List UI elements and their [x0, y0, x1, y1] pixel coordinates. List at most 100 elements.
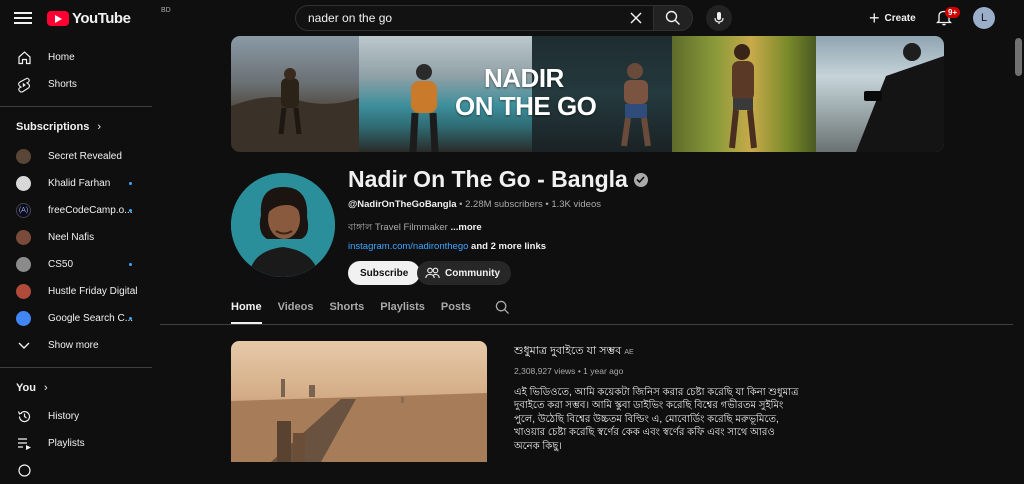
video-count: 1.3K videos — [551, 199, 601, 210]
meta-separator: • — [459, 199, 463, 210]
featured-video-title-text: শুধুমাত্র দুবাইতে যা সম্ভব — [514, 345, 622, 357]
home-icon — [16, 50, 32, 66]
featured-video-title-suffix: AE — [624, 349, 634, 356]
channel-tabs: Home Videos Shorts Playlists Posts — [231, 297, 510, 324]
top-bar: YouTube BD + Create 9+ L — [0, 0, 1024, 36]
country-code: BD — [161, 7, 171, 14]
account-avatar[interactable]: L — [973, 7, 995, 29]
tabs-divider — [160, 324, 1024, 325]
tab-home[interactable]: Home — [231, 297, 262, 324]
channel-avatar-large[interactable] — [231, 173, 335, 277]
scrollbar-thumb[interactable] — [1015, 38, 1022, 76]
show-more-label: Show more — [48, 340, 99, 351]
sidebar-item-label: Home — [48, 52, 75, 63]
show-more-button[interactable]: Show more — [0, 332, 154, 359]
channel-handle: @NadirOnTheGoBangla — [348, 199, 457, 210]
verified-icon — [633, 172, 648, 187]
tab-posts[interactable]: Posts — [441, 297, 471, 324]
more-link[interactable]: ...more — [450, 222, 481, 233]
sidebar-item-subscription[interactable]: Neel Nafis — [0, 224, 154, 251]
featured-video-description: এই ভিডিওতে, আমি কয়েকটা জিনিস করার চেষ্ট… — [514, 387, 799, 452]
more-links-link[interactable]: and 2 more links — [471, 241, 546, 252]
channel-avatar — [16, 230, 31, 245]
sidebar-item-label: freeCodeCamp.o... — [48, 205, 133, 216]
tab-videos[interactable]: Videos — [278, 297, 314, 324]
new-content-dot — [129, 317, 132, 320]
youtube-play-icon — [47, 10, 69, 26]
you-heading[interactable]: You › — [0, 376, 154, 400]
banner-photo — [231, 36, 359, 152]
community-button[interactable]: Community — [417, 261, 511, 285]
sidebar-item-history[interactable]: History — [0, 403, 154, 430]
search-button[interactable] — [653, 5, 693, 31]
subscriptions-heading[interactable]: Subscriptions › — [0, 115, 154, 139]
sidebar-item-label: History — [48, 411, 80, 422]
mic-icon[interactable] — [706, 5, 732, 31]
notification-badge: 9+ — [945, 7, 961, 18]
channel-avatar — [16, 284, 31, 299]
featured-video-title[interactable]: শুধুমাত্র দুবাইতে যা সম্ভব AE — [514, 342, 634, 361]
clear-search-icon[interactable] — [627, 9, 645, 27]
sidebar-item-subscription[interactable]: Secret Revealed — [0, 143, 154, 170]
sidebar-item-shorts[interactable]: Shorts — [0, 71, 154, 98]
channel-description-text: বাঙ্গাল Travel Filmmaker — [348, 222, 448, 233]
sidebar-item-label: Hustle Friday Digital — [48, 286, 138, 297]
featured-video-thumbnail[interactable] — [231, 341, 487, 462]
logo-text: YouTube — [72, 9, 131, 27]
sidebar-item-label: Google Search C... — [48, 313, 134, 324]
channel-meta: @NadirOnTheGoBangla • 2.28M subscribers … — [348, 199, 601, 210]
sidebar-item-label: Khalid Farhan — [48, 178, 111, 189]
chevron-down-icon — [16, 338, 32, 354]
create-button[interactable]: + Create — [863, 7, 922, 29]
tab-shorts[interactable]: Shorts — [329, 297, 364, 324]
sidebar-item-subscription[interactable]: CS50 — [0, 251, 154, 278]
chevron-right-icon: › — [43, 382, 48, 394]
meta-separator: • — [577, 366, 581, 376]
banner-title-line1: NADIR — [484, 63, 564, 93]
sidebar-item-label: Neel Nafis — [48, 232, 95, 243]
subscribe-button[interactable]: Subscribe — [348, 261, 421, 285]
sidebar-item-playlists[interactable]: Playlists — [0, 430, 154, 457]
you-heading-label: You — [16, 382, 36, 394]
channel-avatar — [16, 311, 31, 326]
community-icon — [425, 267, 440, 279]
subscriptions-heading-label: Subscriptions — [16, 121, 90, 133]
sidebar-item-subscription[interactable]: Google Search C... — [0, 305, 154, 332]
view-count: 2,308,927 views — [514, 366, 576, 376]
upload-age: 1 year ago — [583, 366, 624, 376]
menu-icon[interactable] — [14, 9, 32, 27]
channel-name-text: Nadir On The Go - Bangla — [348, 166, 628, 192]
instagram-link[interactable]: instagram.com/nadironthego — [348, 241, 468, 252]
channel-links: instagram.com/nadironthego and 2 more li… — [348, 241, 546, 252]
sidebar-item-label: Secret Revealed — [48, 151, 122, 162]
banner-title: NADIR ON THE GO — [455, 63, 597, 121]
banner-title-line2: ON THE GO — [455, 91, 597, 121]
page-scrollbar[interactable] — [1013, 36, 1024, 462]
youtube-logo[interactable]: YouTube BD — [47, 7, 171, 27]
sidebar: Home Shorts Subscriptions › Secret Revea… — [0, 36, 154, 477]
channel-name: Nadir On The Go - Bangla — [348, 166, 648, 193]
community-label: Community — [445, 267, 500, 279]
sidebar-item-subscription[interactable]: Hustle Friday Digital — [0, 278, 154, 305]
playlists-icon — [16, 436, 32, 452]
channel-search-icon[interactable] — [495, 297, 510, 320]
search-input[interactable] — [308, 11, 627, 25]
tab-playlists[interactable]: Playlists — [380, 297, 425, 324]
channel-avatar: (A) — [16, 203, 31, 218]
sidebar-item-partial[interactable] — [0, 457, 154, 484]
sidebar-item-home[interactable]: Home — [0, 44, 154, 71]
create-label: Create — [884, 12, 916, 24]
shorts-icon — [16, 77, 32, 93]
channel-avatar — [16, 257, 31, 272]
search-bar — [295, 5, 693, 31]
chevron-right-icon: › — [97, 121, 102, 133]
plus-icon: + — [869, 8, 880, 28]
channel-description[interactable]: বাঙ্গাল Travel Filmmaker ...more — [348, 221, 482, 236]
channel-banner: NADIR ON THE GO — [231, 36, 944, 152]
banner-photo — [816, 36, 944, 152]
history-icon — [16, 409, 32, 425]
subscriber-count: 2.28M subscribers — [465, 199, 543, 210]
sidebar-divider — [0, 367, 152, 368]
sidebar-item-subscription[interactable]: Khalid Farhan — [0, 170, 154, 197]
sidebar-item-subscription[interactable]: (A) freeCodeCamp.o... — [0, 197, 154, 224]
